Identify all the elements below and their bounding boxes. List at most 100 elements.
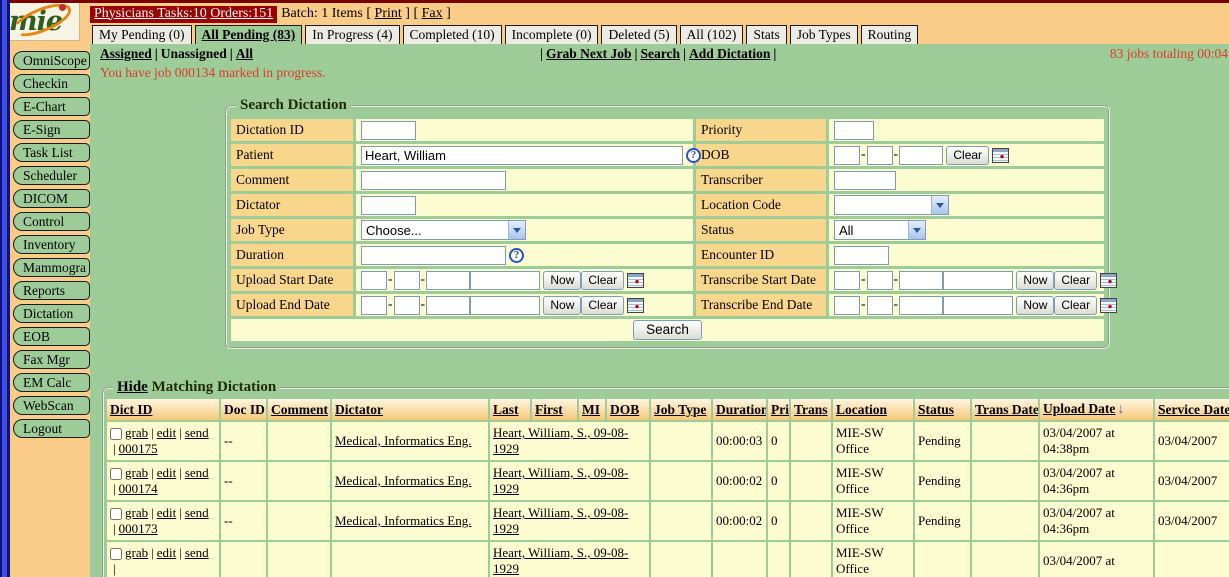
sidebar-item-scheduler[interactable]: Scheduler — [13, 166, 90, 185]
sort-desc-icon[interactable]: ↓ — [1115, 402, 1124, 418]
upload-end-year[interactable] — [426, 296, 470, 315]
dict-id-link[interactable]: 000175 — [119, 441, 158, 456]
col-last[interactable]: Last — [490, 399, 530, 420]
calendar-icon[interactable] — [1100, 298, 1117, 313]
transcribe-start-year[interactable] — [899, 271, 943, 290]
dictator-link[interactable]: Medical, Informatics Eng. — [335, 473, 471, 488]
sidebar-item-mammography[interactable]: Mammogra — [13, 258, 90, 277]
row-checkbox[interactable] — [110, 508, 122, 520]
tab-stats[interactable]: Stats — [746, 25, 786, 46]
row-checkbox[interactable] — [110, 548, 122, 560]
col-comment[interactable]: Comment — [268, 399, 330, 420]
send-link[interactable]: send — [185, 425, 209, 440]
upload-start-time[interactable] — [470, 271, 540, 290]
dictator-field[interactable] — [361, 196, 416, 215]
print-link[interactable]: Print — [375, 6, 402, 21]
dictator-link[interactable]: Medical, Informatics Eng. — [335, 513, 471, 528]
transcribe-end-now-button[interactable]: Now — [1016, 296, 1054, 315]
patient-link[interactable]: Heart, William, S., 09-08-1929 — [493, 505, 628, 536]
calendar-icon[interactable] — [627, 298, 644, 313]
unassigned-label[interactable]: Unassigned — [161, 46, 227, 61]
transcribe-end-clear-button[interactable]: Clear — [1054, 296, 1097, 315]
send-link[interactable]: send — [185, 545, 209, 560]
hide-link[interactable]: Hide — [117, 379, 148, 395]
sidebar-item-emcalc[interactable]: EM Calc — [13, 373, 90, 392]
col-trans-date[interactable]: Trans Date — [972, 399, 1038, 420]
sidebar-item-dictation[interactable]: Dictation — [13, 304, 90, 323]
patient-link[interactable]: Heart, William, S., 09-08-1929 — [493, 545, 628, 576]
patient-link[interactable]: Heart, William, S., 09-08-1929 — [493, 425, 628, 456]
col-first[interactable]: First — [532, 399, 577, 420]
patient-field[interactable] — [361, 146, 683, 165]
help-icon[interactable]: ? — [686, 148, 701, 163]
edit-link[interactable]: edit — [157, 425, 177, 440]
sidebar-item-logout[interactable]: Logout — [13, 419, 90, 438]
grab-link[interactable]: grab — [125, 505, 148, 520]
col-duration[interactable]: Duration — [713, 399, 766, 420]
sidebar-item-webscan[interactable]: WebScan — [13, 396, 90, 415]
dob-month-field[interactable] — [834, 146, 860, 165]
sidebar-item-esign[interactable]: E-Sign — [13, 120, 90, 139]
col-dictator[interactable]: Dictator — [332, 399, 488, 420]
transcribe-end-month[interactable] — [834, 296, 860, 315]
col-trans[interactable]: Trans — [791, 399, 831, 420]
upload-end-time[interactable] — [470, 296, 540, 315]
col-status[interactable]: Status — [915, 399, 970, 420]
fax-link[interactable]: Fax — [422, 6, 443, 21]
dictation-id-field[interactable] — [361, 121, 416, 140]
sidebar-item-checkin[interactable]: Checkin — [13, 74, 90, 93]
tab-my-pending[interactable]: My Pending (0) — [92, 25, 192, 46]
sidebar-item-reports[interactable]: Reports — [13, 281, 90, 300]
dict-id-link[interactable]: 000173 — [119, 521, 158, 536]
upload-start-day[interactable] — [394, 271, 420, 290]
send-link[interactable]: send — [185, 505, 209, 520]
encounter-id-field[interactable] — [834, 246, 889, 265]
dob-day-field[interactable] — [867, 146, 893, 165]
upload-end-month[interactable] — [361, 296, 387, 315]
all-link[interactable]: All — [236, 46, 253, 61]
transcribe-start-day[interactable] — [867, 271, 893, 290]
transcribe-start-time[interactable] — [943, 271, 1013, 290]
grab-link[interactable]: grab — [125, 545, 148, 560]
upload-end-day[interactable] — [394, 296, 420, 315]
sidebar-item-eob[interactable]: EOB — [13, 327, 90, 346]
tab-job-types[interactable]: Job Types — [790, 25, 858, 46]
add-dictation-link[interactable]: Add Dictation — [689, 46, 770, 61]
edit-link[interactable]: edit — [157, 465, 177, 480]
tab-deleted[interactable]: Deleted (5) — [601, 25, 676, 46]
job-type-select[interactable]: Choose... — [361, 220, 526, 240]
sidebar-item-control[interactable]: Control — [13, 212, 90, 231]
sidebar-item-echart[interactable]: E-Chart — [13, 97, 90, 116]
upload-end-clear-button[interactable]: Clear — [581, 296, 624, 315]
col-job-type[interactable]: Job Type — [651, 399, 711, 420]
grab-next-job-link[interactable]: Grab Next Job — [546, 46, 632, 61]
transcribe-end-time[interactable] — [943, 296, 1013, 315]
duration-field[interactable] — [361, 246, 506, 265]
grab-link[interactable]: grab — [125, 465, 148, 480]
upload-start-now-button[interactable]: Now — [543, 271, 581, 290]
sidebar-item-faxmgr[interactable]: Fax Mgr — [13, 350, 90, 369]
upload-start-month[interactable] — [361, 271, 387, 290]
orders-link[interactable]: Orders:151 — [210, 6, 273, 21]
sidebar-item-tasklist[interactable]: Task List — [13, 143, 90, 162]
col-upload-date[interactable]: Upload Date↓ — [1040, 399, 1153, 420]
tab-all-pending[interactable]: All Pending (83) — [195, 25, 303, 46]
status-select[interactable]: All — [834, 220, 926, 240]
tab-in-progress[interactable]: In Progress (4) — [305, 25, 399, 46]
col-dob[interactable]: DOB — [607, 399, 649, 420]
grab-link[interactable]: grab — [125, 425, 148, 440]
row-checkbox[interactable] — [110, 428, 122, 440]
physicians-tasks-link[interactable]: Physicians Tasks:10 — [94, 6, 207, 21]
dict-id-link[interactable]: 000174 — [119, 481, 158, 496]
upload-start-year[interactable] — [426, 271, 470, 290]
sidebar-item-omniscope[interactable]: OmniScope — [13, 51, 90, 70]
sidebar-item-dicom[interactable]: DICOM — [13, 189, 90, 208]
patient-link[interactable]: Heart, William, S., 09-08-1929 — [493, 465, 628, 496]
col-dict-id[interactable]: Dict ID — [107, 399, 219, 420]
calendar-icon[interactable] — [627, 273, 644, 288]
row-checkbox[interactable] — [110, 468, 122, 480]
tab-completed[interactable]: Completed (10) — [403, 25, 502, 46]
dob-year-field[interactable] — [899, 146, 943, 165]
assigned-link[interactable]: Assigned — [100, 46, 152, 61]
tab-routing[interactable]: Routing — [861, 25, 919, 46]
